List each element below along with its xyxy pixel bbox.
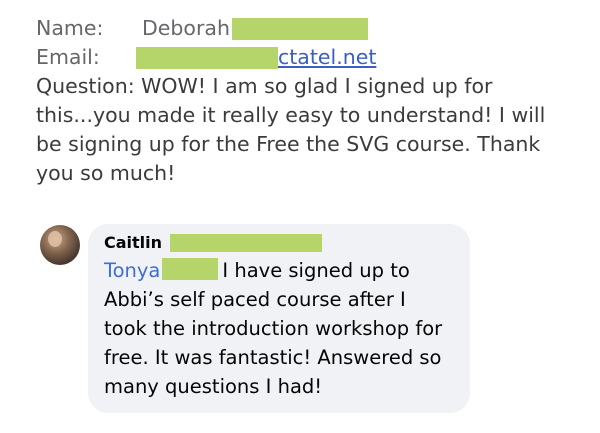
avatar[interactable] [40,225,80,265]
email-submission: Name: Deborah Email: ctatel.net Question… [36,14,576,188]
redacted-surname [231,17,368,40]
name-label: Name: [36,16,104,40]
email-link[interactable]: ctatel.net [278,43,376,72]
comment-author-name[interactable]: Caitlin [104,232,162,254]
email-label: Email: [36,45,100,69]
name-value: Deborah [142,16,230,40]
comment-text: Tonya I have signed up to Abbi’s self pac… [104,256,444,401]
email-row: Email: ctatel.net [36,43,576,72]
mention-link[interactable]: Tonya [104,259,160,282]
redacted-email-user [136,46,278,69]
comment-bubble: Caitlin Tonya I have signed up to Abbi’s … [88,224,470,413]
comment-author-row: Caitlin [104,232,444,254]
redacted-author-surname [170,234,323,252]
redacted-mention-surname [162,258,219,280]
comment: Caitlin Tonya I have signed up to Abbi’s … [40,224,470,413]
question-text: Question: WOW! I am so glad I signed up … [36,74,546,185]
name-row: Name: Deborah [36,14,576,43]
